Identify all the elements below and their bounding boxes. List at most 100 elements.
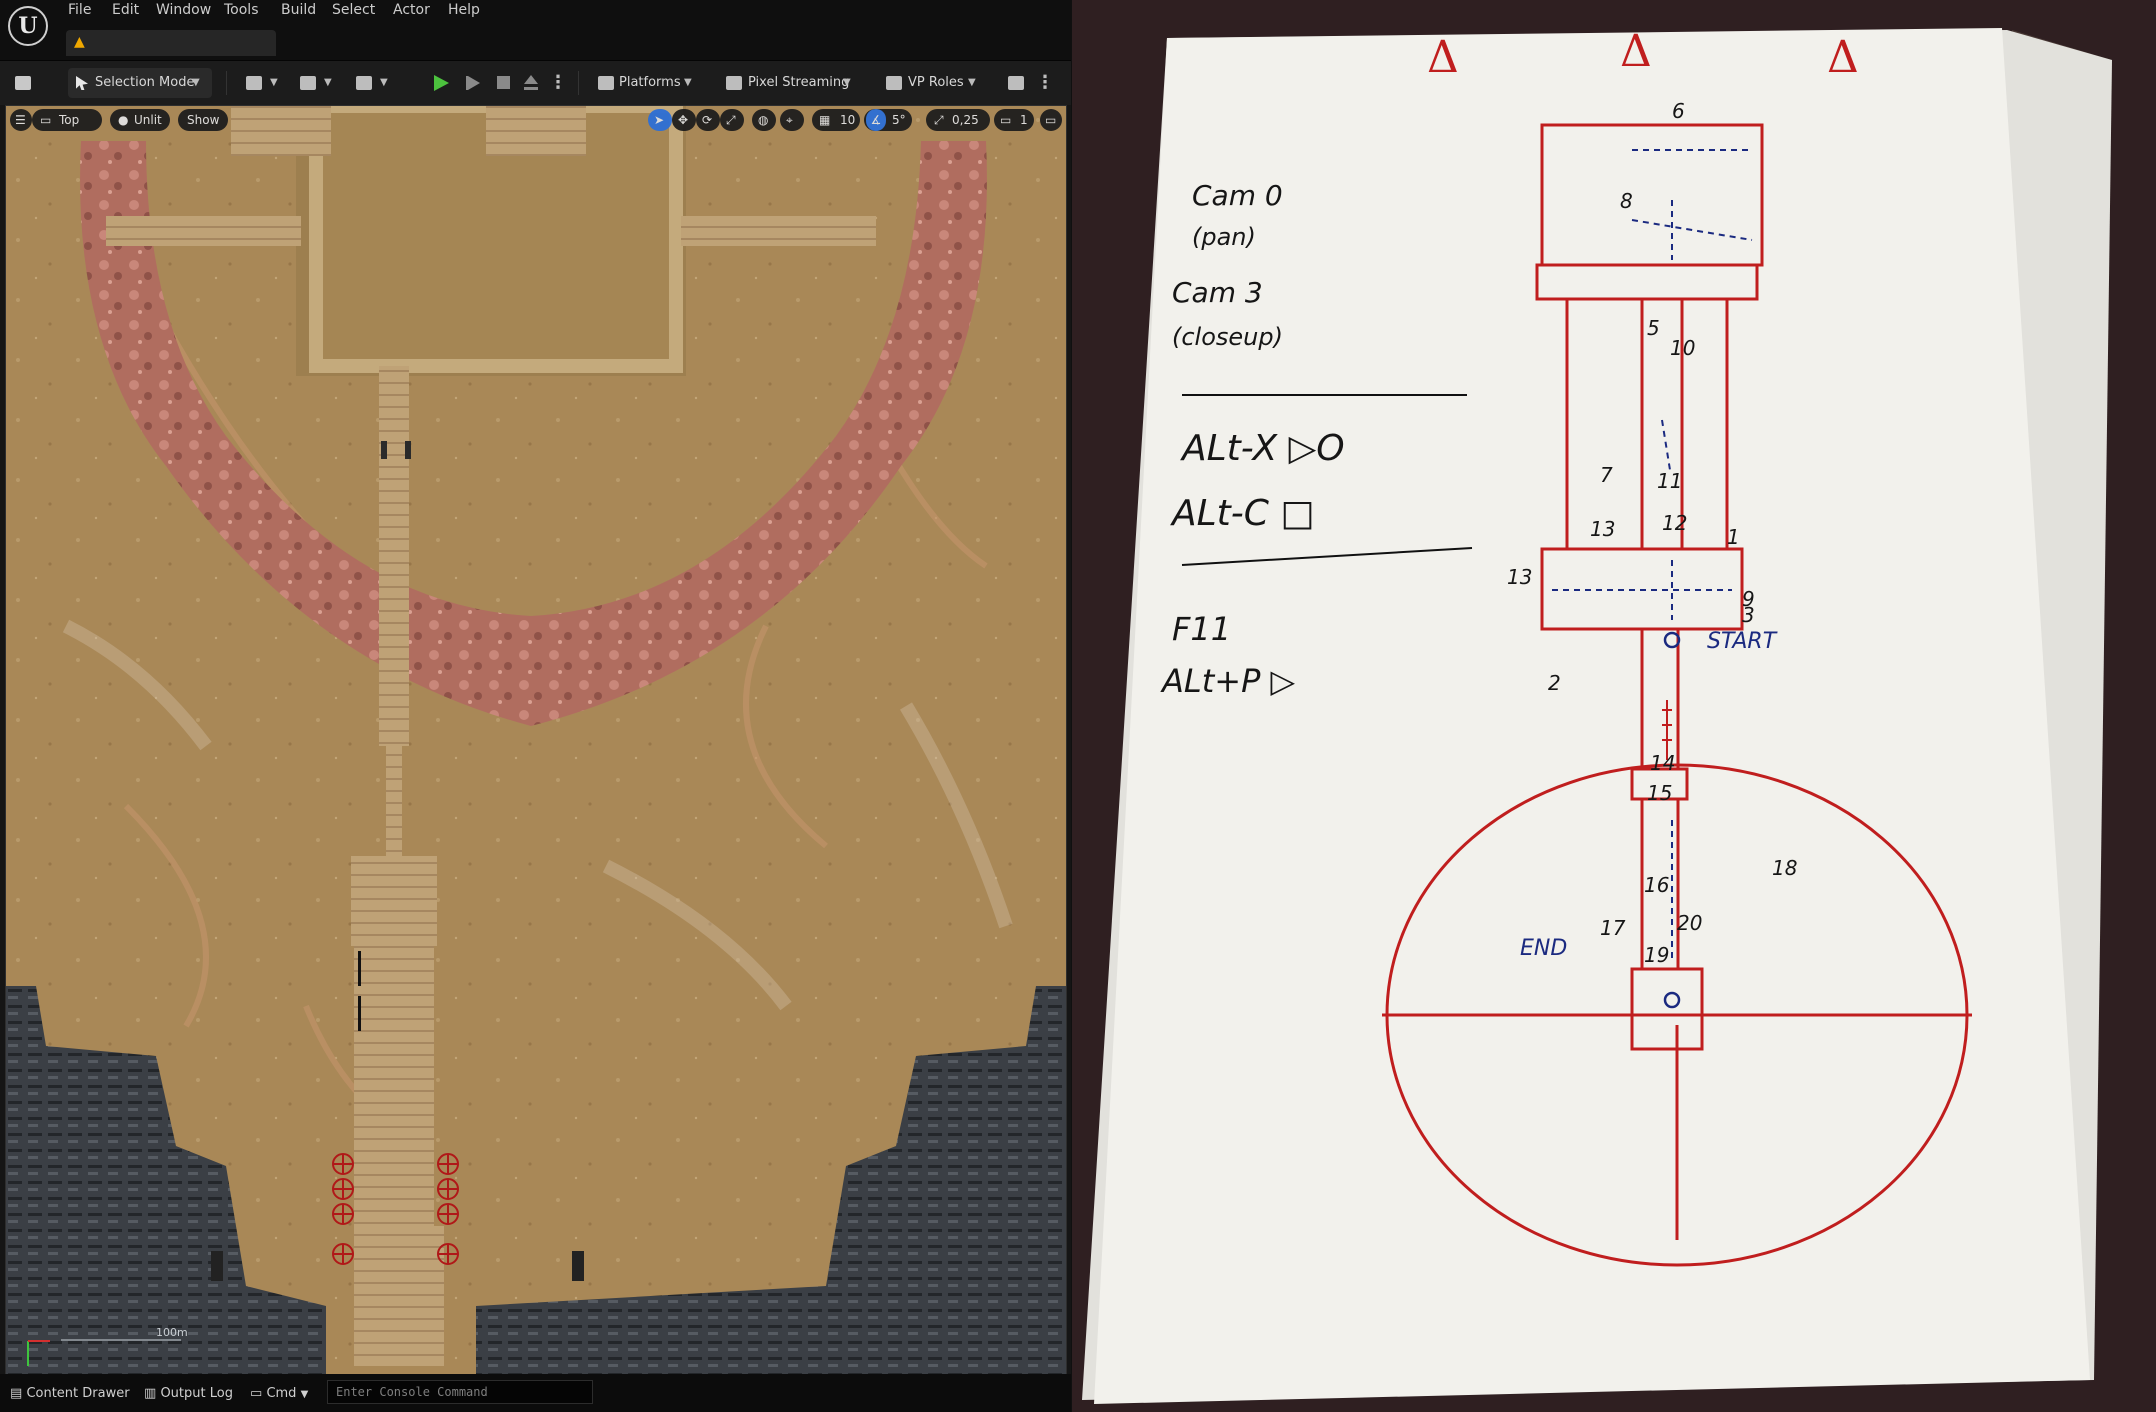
scale-tool-button[interactable]: ⤢ <box>720 109 744 131</box>
menu-select[interactable]: Select <box>332 2 375 18</box>
camera-icon: ▭ <box>1000 113 1012 127</box>
select-tool-button[interactable]: ➤ <box>648 109 672 131</box>
waypoint-15: 15 <box>1647 781 1672 805</box>
platforms-label: Platforms <box>619 75 681 90</box>
output-log-label: Output Log <box>160 1386 233 1401</box>
blueprints-button[interactable]: ▼ <box>298 68 338 98</box>
vp-roles-icon <box>886 76 902 90</box>
cursor-icon: ➤ <box>654 113 665 127</box>
menu-build[interactable]: Build <box>281 2 316 18</box>
waypoint-20: 20 <box>1677 911 1702 935</box>
main-toolbar: Selection Mode ▼ ▼ ▼ ▼ ⋮ Platforms ▼ Pix… <box>0 60 1071 105</box>
waypoint-2: 2 <box>1548 671 1561 695</box>
view-mode-top-button[interactable]: ▭ Top <box>32 109 102 131</box>
hamburger-icon: ☰ <box>15 113 26 127</box>
end-label: END <box>1520 936 1567 961</box>
walkway-end-platform <box>354 1226 444 1366</box>
pixel-streaming-dropdown[interactable]: Pixel Streaming ▼ <box>724 68 856 98</box>
show-flags-button[interactable]: Show <box>178 109 228 131</box>
actor-marker <box>358 951 361 986</box>
scale-snap-button[interactable]: ⤢ 0,25 <box>926 109 990 131</box>
perspective-icon: ▭ <box>40 113 52 127</box>
maximize-viewport-button[interactable]: ▭ <box>1040 109 1062 131</box>
narrow-walkway <box>386 746 402 856</box>
console-command-input[interactable] <box>327 1380 593 1404</box>
grid-snap-button[interactable]: ▦ 10 <box>812 109 860 131</box>
pixel-streaming-icon <box>726 76 742 90</box>
menu-help[interactable]: Help <box>448 2 480 18</box>
log-icon: ▥ <box>144 1386 157 1401</box>
toolbar-more-kebab[interactable]: ⋮ <box>1036 68 1054 98</box>
terminal-icon: ▭ <box>250 1386 263 1401</box>
level-viewport[interactable]: 100m ☰ ▭ Top ● Unlit Show ➤ ✥ ⟳ ⤢ ◍ ⌖ ▦ … <box>5 105 1067 1375</box>
statue-east <box>572 1251 584 1281</box>
play-options-kebab[interactable]: ⋮ <box>549 68 567 98</box>
scale-snap-icon: ⤢ <box>934 113 944 127</box>
surface-snapping-button[interactable]: ⌖ <box>780 109 804 131</box>
waypoint-7: 7 <box>1600 463 1613 487</box>
unreal-logo-icon[interactable]: U <box>8 6 48 46</box>
content-drawer-label: Content Drawer <box>26 1386 130 1401</box>
camera-speed-button[interactable]: ▭ 1 <box>994 109 1034 131</box>
blueprint-icon <box>300 76 316 90</box>
menu-actor[interactable]: Actor <box>393 2 430 18</box>
chevron-down-icon: ▼ <box>192 77 200 88</box>
walkway-section-2 <box>354 946 434 1226</box>
pixel-streaming-label: Pixel Streaming <box>748 75 850 90</box>
top-view-map: 100m <box>6 106 1066 1374</box>
cmd-dropdown[interactable]: ▭ Cmd ▼ <box>250 1383 308 1405</box>
start-label: START <box>1707 629 1778 654</box>
waypoint-1: 1 <box>1727 525 1740 549</box>
stop-button[interactable] <box>490 68 516 98</box>
selection-mode-dropdown[interactable]: Selection Mode ▼ <box>68 68 212 98</box>
note-f11: F11 <box>1172 610 1231 648</box>
vp-roles-dropdown[interactable]: VP Roles ▼ <box>884 68 980 98</box>
cmd-label: Cmd <box>266 1386 297 1401</box>
plank-north-east <box>486 106 586 156</box>
warning-icon: ▲ <box>74 34 85 50</box>
menu-tools[interactable]: Tools <box>224 2 259 18</box>
viewport-options-button[interactable]: ☰ <box>10 109 32 131</box>
advance-frame-button[interactable] <box>460 68 486 98</box>
vp-roles-label: VP Roles <box>908 75 964 90</box>
lighting-mode-button[interactable]: ● Unlit <box>110 109 170 131</box>
actor-figure <box>381 441 387 459</box>
unreal-editor-window: U File Edit Window Tools Build Select Ac… <box>0 0 1071 1412</box>
folder-icon: ▤ <box>10 1386 23 1401</box>
rotation-snap-button[interactable]: ∡ 5° <box>864 109 912 131</box>
chevron-down-icon: ▼ <box>684 77 692 88</box>
world-coordinates-button[interactable]: ◍ <box>752 109 776 131</box>
eject-bar <box>524 87 538 90</box>
scale-bar-label: 100m <box>156 1326 188 1339</box>
settings-button[interactable] <box>1004 68 1028 98</box>
lighting-mode-label: Unlit <box>134 113 162 127</box>
output-log-button[interactable]: ▥ Output Log <box>144 1383 233 1405</box>
grid-icon: ▦ <box>819 113 831 127</box>
menu-file[interactable]: File <box>68 2 91 18</box>
menu-edit[interactable]: Edit <box>112 2 139 18</box>
add-actor-button[interactable]: ▼ <box>244 68 284 98</box>
note-alt-x: ALt-X ▷O <box>1180 428 1345 469</box>
platforms-dropdown[interactable]: Platforms ▼ <box>596 68 696 98</box>
chevron-down-icon: ▼ <box>270 77 278 88</box>
note-alt-c: ALt-C □ <box>1170 493 1314 534</box>
maximize-icon: ▭ <box>1045 113 1057 127</box>
waypoint-8: 8 <box>1620 189 1633 213</box>
add-actor-icon <box>246 76 262 90</box>
play-button[interactable] <box>426 68 456 98</box>
content-drawer-button[interactable]: ▤ Content Drawer <box>10 1383 130 1405</box>
menu-window[interactable]: Window <box>156 2 211 18</box>
chevron-down-icon: ▼ <box>380 77 388 88</box>
save-button[interactable] <box>10 68 38 98</box>
eject-button[interactable] <box>518 68 544 98</box>
rotate-tool-button[interactable]: ⟳ <box>696 109 720 131</box>
rotate-icon: ⟳ <box>702 113 713 127</box>
translate-tool-button[interactable]: ✥ <box>672 109 696 131</box>
cinematics-button[interactable]: ▼ <box>354 68 394 98</box>
level-tab[interactable]: ▲ <box>66 30 276 56</box>
toolbar-divider <box>226 71 227 95</box>
angle-icon: ∡ <box>866 109 886 131</box>
selection-mode-label: Selection Mode <box>95 75 195 90</box>
play-icon <box>434 75 449 91</box>
plank-north-west <box>231 106 331 156</box>
